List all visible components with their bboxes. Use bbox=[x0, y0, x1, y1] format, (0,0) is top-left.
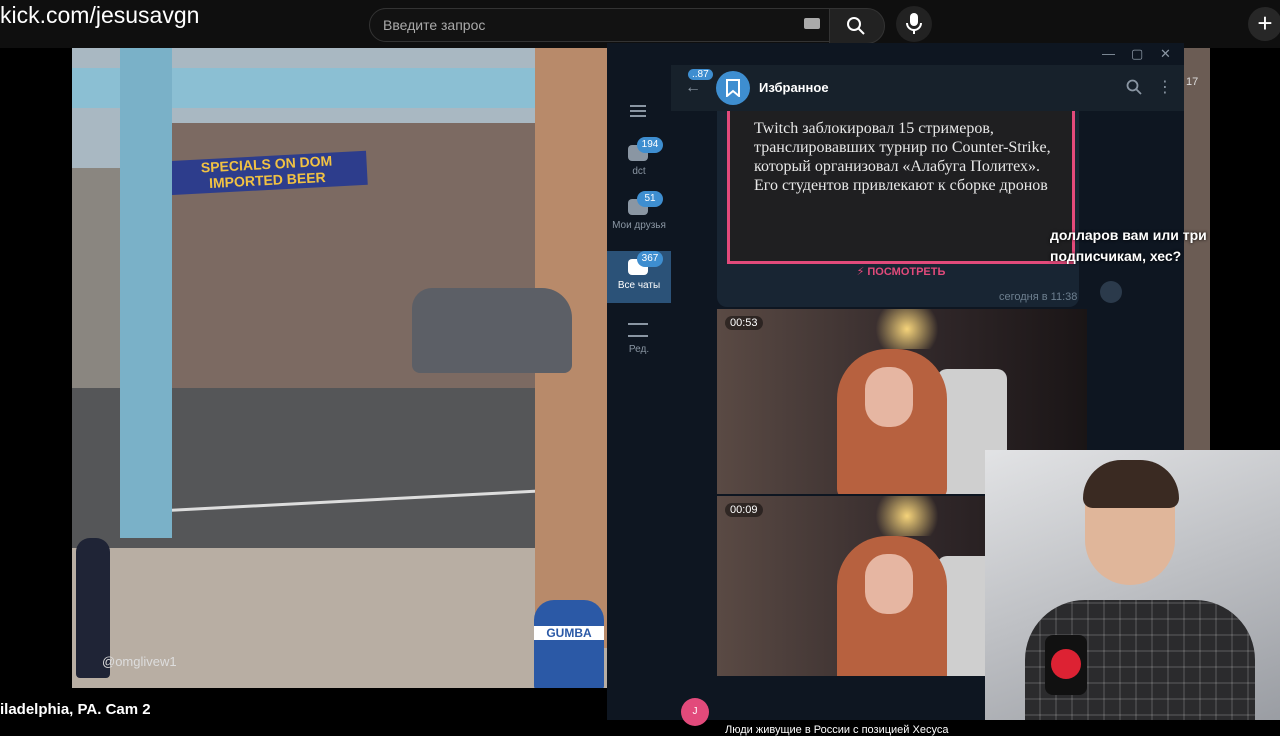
post-time: сегодня в 11:38 bbox=[999, 291, 1078, 303]
side-number: 17 bbox=[1186, 76, 1199, 88]
sliders-icon bbox=[628, 323, 648, 337]
close-icon[interactable]: ✕ bbox=[1160, 46, 1171, 62]
mic-logo bbox=[1051, 649, 1081, 679]
streamer-webcam bbox=[985, 450, 1280, 720]
unread-badge: 367 bbox=[637, 251, 663, 267]
back-arrow-icon[interactable]: ← bbox=[685, 79, 701, 97]
voice-search-button[interactable] bbox=[896, 6, 932, 42]
maximize-icon[interactable]: ▢ bbox=[1131, 46, 1143, 62]
unread-badge: 194 bbox=[637, 137, 663, 153]
stream-video[interactable]: SPECIALS ON DOM IMPORTED BEER GUMBA @omg… bbox=[72, 48, 607, 688]
page-url[interactable]: kick.com/jesusavgn bbox=[0, 2, 199, 29]
folder-label: Мои друзья bbox=[612, 220, 666, 231]
telegram-title-bar: — ▢ ✕ bbox=[607, 43, 1184, 65]
parked-car bbox=[412, 288, 572, 373]
unread-badge: 51 bbox=[637, 191, 663, 207]
streamer-face bbox=[865, 554, 913, 614]
more-options-icon[interactable]: ⋮ bbox=[1157, 77, 1173, 97]
chat-title[interactable]: Избранное bbox=[759, 80, 829, 95]
el-train-pillar bbox=[120, 48, 172, 538]
post-card: Twitch заблокировал 15 стримеров, трансл… bbox=[727, 111, 1075, 264]
post-text: Twitch заблокировал 15 стримеров, трансл… bbox=[754, 120, 1051, 194]
video-duration: 00:53 bbox=[725, 316, 763, 330]
user-avatar[interactable]: J bbox=[681, 698, 709, 726]
folder-rail: 194 dct 51 Мои друзья 367 Все чаты Ред. bbox=[607, 65, 671, 720]
fairy-lights bbox=[867, 496, 947, 536]
forward-icon[interactable] bbox=[1100, 281, 1122, 303]
folder-label: dct bbox=[632, 166, 646, 177]
menu-icon[interactable] bbox=[630, 105, 646, 107]
search-icon bbox=[847, 17, 865, 35]
folder-label: Все чаты bbox=[617, 280, 661, 291]
chat-header: ← ..87 Избранное ⋮ bbox=[671, 65, 1184, 111]
stream-caption: iladelphia, PA. Cam 2 bbox=[0, 701, 151, 718]
streamer-face bbox=[865, 367, 913, 427]
search-icon[interactable] bbox=[1126, 79, 1142, 95]
minimize-icon[interactable]: — bbox=[1102, 46, 1115, 61]
back-unread-badge: ..87 bbox=[688, 69, 713, 80]
fairy-lights bbox=[867, 309, 947, 349]
search-button[interactable] bbox=[829, 8, 885, 44]
keyboard-icon[interactable] bbox=[804, 18, 820, 29]
browser-top-bar: kick.com/jesusavgn Введите запрос + bbox=[0, 0, 1280, 48]
microphone-icon bbox=[906, 13, 922, 34]
folder-label: Ред. bbox=[628, 344, 650, 355]
video-duration: 00:09 bbox=[725, 503, 763, 517]
mailbox-label: GUMBA bbox=[534, 626, 604, 640]
folder-friends[interactable]: 51 Мои друзья bbox=[607, 191, 671, 243]
microphone bbox=[1045, 635, 1087, 695]
folder-all-chats[interactable]: 367 Все чаты bbox=[607, 251, 671, 303]
mailbox: GUMBA bbox=[534, 600, 604, 688]
create-button[interactable]: + bbox=[1248, 7, 1280, 41]
search-input[interactable]: Введите запрос bbox=[369, 8, 831, 42]
view-post-button[interactable]: ⚡ ПОСМОТРЕТЬ bbox=[727, 259, 1075, 285]
stream-watermark: @omglivew1 bbox=[102, 654, 177, 669]
bookmark-icon bbox=[726, 79, 740, 97]
folder-dct[interactable]: 194 dct bbox=[607, 137, 671, 189]
folder-edit[interactable]: Ред. bbox=[607, 315, 671, 367]
saved-messages-avatar[interactable] bbox=[716, 71, 750, 105]
stream-subtitle: долларов вам или три подписчикам, хес? bbox=[1050, 227, 1207, 264]
forwarded-post: Twitch заблокировал 15 стримеров, трансл… bbox=[717, 111, 1079, 307]
search-placeholder: Введите запрос bbox=[383, 17, 486, 33]
link-preview-title[interactable]: Люди живущие в России с позицией Хесуса bbox=[725, 724, 948, 736]
